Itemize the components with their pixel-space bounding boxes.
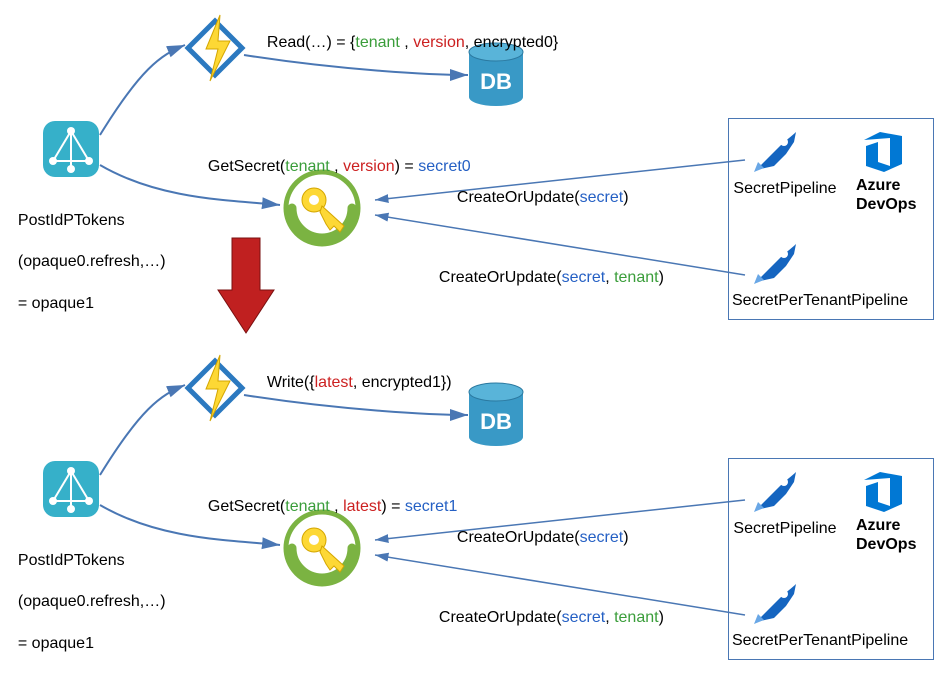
azure-devops-icon bbox=[860, 128, 906, 174]
apim-line1: PostIdPTokens bbox=[18, 212, 125, 229]
bcu2b: secret bbox=[562, 609, 606, 626]
write-prefix: Write({ bbox=[267, 374, 315, 391]
bcu2c: , bbox=[605, 609, 614, 626]
secret-per-tenant-label: SecretPerTenantPipeline bbox=[732, 292, 922, 310]
azure-api-management-icon bbox=[35, 453, 107, 525]
apim-line3: = opaque1 bbox=[18, 295, 94, 312]
cu1c: ) bbox=[623, 189, 628, 206]
azure-pipelines-rocket-icon bbox=[750, 240, 798, 288]
azure-devops-label2: AzureDevOps bbox=[856, 516, 916, 554]
svg-text:DB: DB bbox=[480, 409, 512, 434]
apim2-line3: = opaque1 bbox=[18, 635, 94, 652]
azure-key-vault-icon bbox=[282, 508, 362, 588]
gs-version: version bbox=[343, 158, 395, 175]
write-close: }) bbox=[441, 374, 452, 391]
gs-mid: ) = bbox=[395, 158, 419, 175]
cu2e: ) bbox=[659, 269, 664, 286]
bcu1a: CreateOrUpdate( bbox=[457, 529, 580, 546]
gs2-tenant: tenant bbox=[285, 498, 329, 515]
cu1b: secret bbox=[580, 189, 624, 206]
secret-pipeline-label: SecretPipeline bbox=[730, 180, 840, 198]
azure-devops-icon bbox=[860, 468, 906, 514]
cu2a: CreateOrUpdate( bbox=[439, 269, 562, 286]
read-enc: encrypted0 bbox=[474, 34, 553, 51]
read-c1: , bbox=[400, 34, 413, 51]
apim2-line2: (opaque0.refresh,…) bbox=[18, 593, 166, 610]
gs-prefix: GetSecret( bbox=[208, 158, 285, 175]
secret-per-tenant-label2: SecretPerTenantPipeline bbox=[732, 632, 922, 650]
red-down-arrow-icon bbox=[218, 238, 274, 333]
cu2d: tenant bbox=[614, 269, 658, 286]
bcu2d: tenant bbox=[614, 609, 658, 626]
apim-line2: (opaque0.refresh,…) bbox=[18, 253, 166, 270]
cu1a: CreateOrUpdate( bbox=[457, 189, 580, 206]
bcu2e: ) bbox=[659, 609, 664, 626]
bcu1b: secret bbox=[580, 529, 624, 546]
svg-text:DB: DB bbox=[480, 69, 512, 94]
write-latest: latest bbox=[315, 374, 353, 391]
azure-functions-icon bbox=[180, 353, 250, 423]
azure-api-management-icon bbox=[35, 113, 107, 185]
azure-functions-icon bbox=[180, 13, 250, 83]
azure-pipelines-rocket-icon bbox=[750, 468, 798, 516]
gs-tenant: tenant bbox=[285, 158, 329, 175]
bcu2a: CreateOrUpdate( bbox=[439, 609, 562, 626]
gs2-mid: ) = bbox=[381, 498, 405, 515]
azure-devops-label: AzureDevOps bbox=[856, 176, 916, 214]
read-tenant: tenant bbox=[355, 34, 399, 51]
gs2-c: , bbox=[330, 498, 343, 515]
gs2-version: latest bbox=[343, 498, 381, 515]
cu2c: , bbox=[605, 269, 614, 286]
read-prefix: Read(…) = { bbox=[267, 34, 355, 51]
gs2-prefix: GetSecret( bbox=[208, 498, 285, 515]
read-version: version bbox=[413, 34, 465, 51]
read-c2: , bbox=[465, 34, 474, 51]
azure-key-vault-icon bbox=[282, 168, 362, 248]
read-close: } bbox=[553, 34, 558, 51]
apim2-line1: PostIdPTokens bbox=[18, 552, 125, 569]
azure-pipelines-rocket-icon bbox=[750, 128, 798, 176]
azure-pipelines-rocket-icon bbox=[750, 580, 798, 628]
write-c: , bbox=[353, 374, 362, 391]
cu2b: secret bbox=[562, 269, 606, 286]
gs-c: , bbox=[330, 158, 343, 175]
bcu1c: ) bbox=[623, 529, 628, 546]
write-enc: encrypted1 bbox=[362, 374, 441, 391]
azure-sql-database-icon: DB bbox=[466, 382, 526, 450]
secret-pipeline-label2: SecretPipeline bbox=[730, 520, 840, 538]
